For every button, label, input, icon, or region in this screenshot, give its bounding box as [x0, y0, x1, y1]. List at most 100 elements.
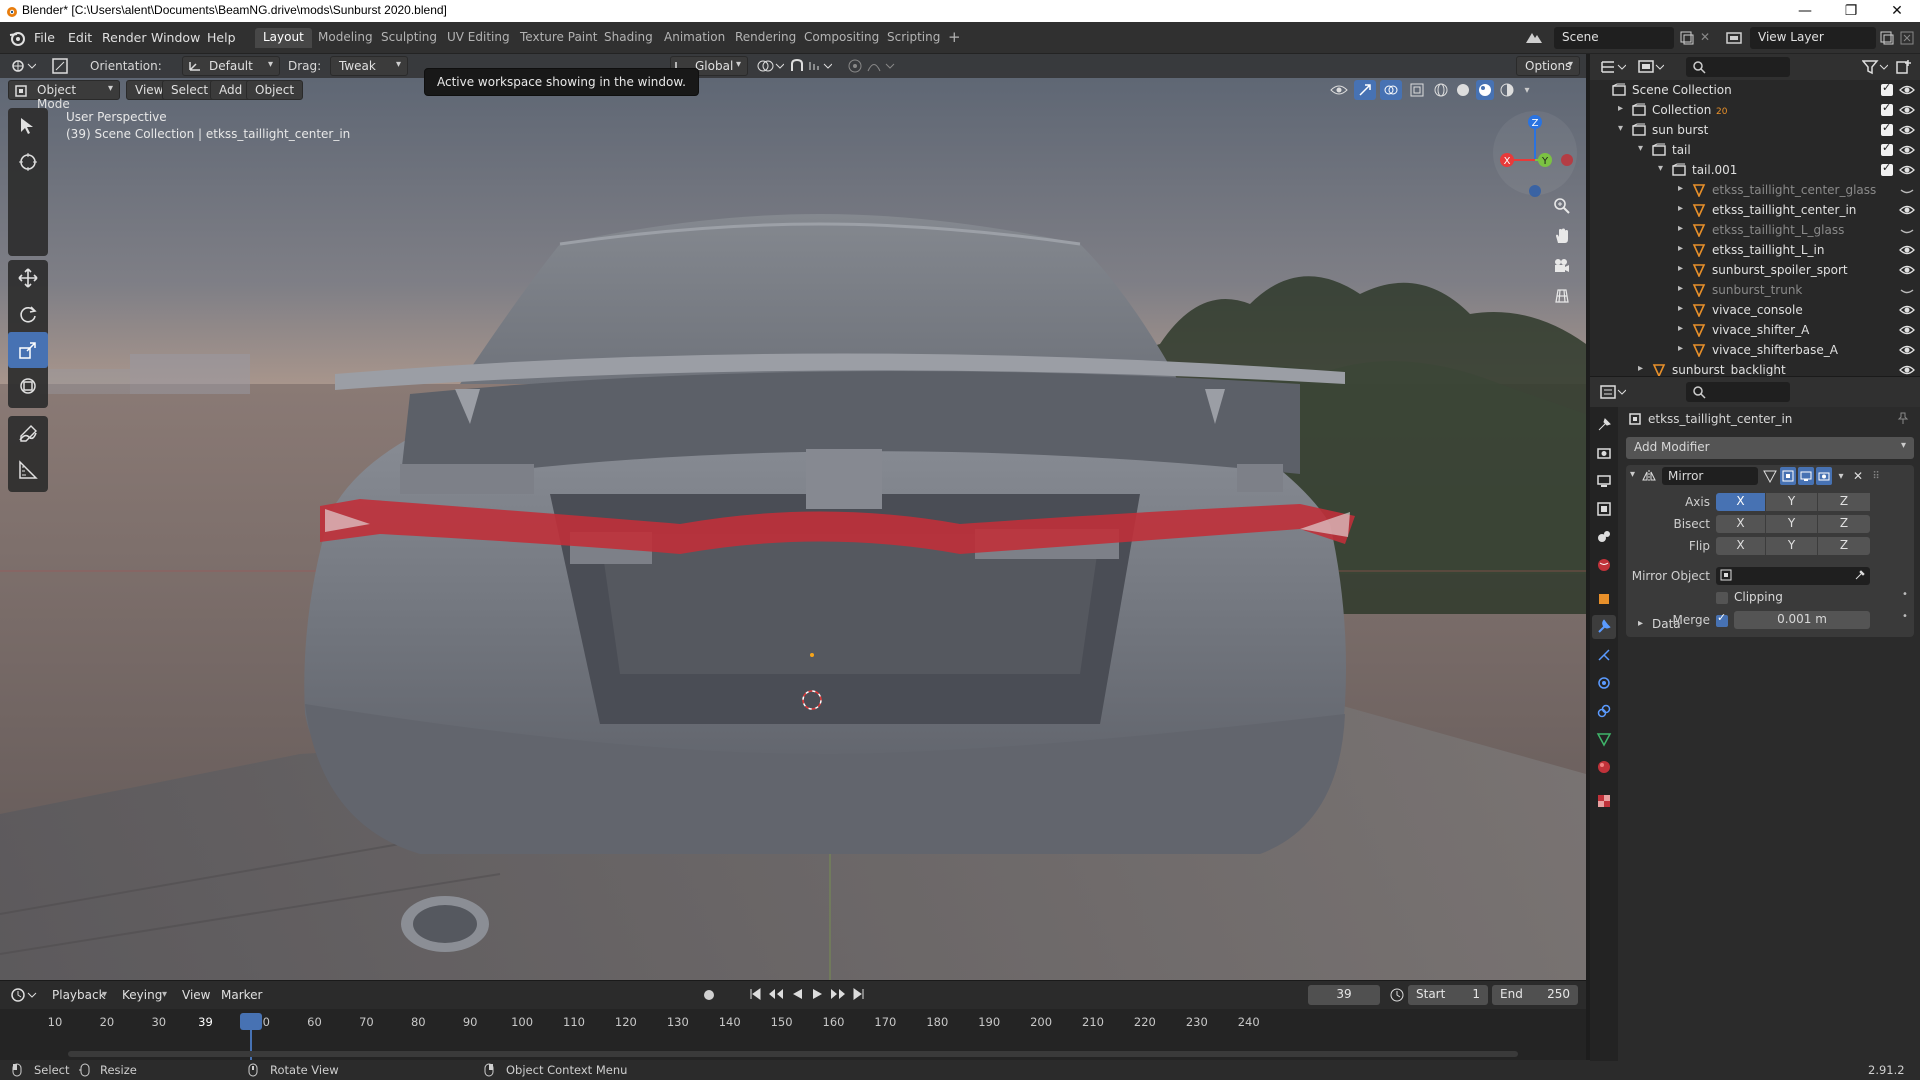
outliner-item[interactable]: ▾ tail [1590, 140, 1920, 160]
pan-view-icon[interactable] [1548, 222, 1576, 250]
expand-toggle-icon[interactable]: ▸ [1678, 303, 1683, 314]
particles-tab-icon[interactable] [1592, 643, 1616, 667]
visible-eye-icon[interactable] [1899, 142, 1915, 158]
view-layer-tab-icon[interactable] [1592, 497, 1616, 521]
visible-eye-icon[interactable] [1899, 102, 1915, 118]
add-modifier-dropdown[interactable]: Add Modifier ▾ [1626, 437, 1914, 459]
pin-icon[interactable] [1896, 411, 1910, 425]
visibility-icon[interactable] [1328, 80, 1350, 100]
edit-mode-cage-icon[interactable] [1762, 467, 1778, 485]
visible-eye-icon[interactable] [1899, 262, 1915, 278]
menu-edit[interactable]: Edit [68, 30, 92, 45]
tool-tab-icon[interactable] [1592, 413, 1616, 437]
solid-shading-icon[interactable] [1454, 80, 1472, 100]
outliner-item[interactable]: ▸ vivace_shifter_A [1590, 320, 1920, 340]
rotate-tool-icon[interactable] [8, 296, 48, 332]
hidden-eye-icon[interactable] [1899, 222, 1915, 238]
move-tool-icon[interactable] [8, 260, 48, 296]
expand-toggle-icon[interactable]: ▸ [1678, 283, 1683, 294]
playhead-marker[interactable] [240, 1013, 262, 1030]
outliner-item[interactable]: ▸ vivace_shifterbase_A [1590, 340, 1920, 360]
outliner-item[interactable]: ▾ sun burst [1590, 120, 1920, 140]
drag-handle-icon[interactable]: ⠿ [1868, 467, 1884, 485]
outliner-item[interactable]: ▸ vivace_console [1590, 300, 1920, 320]
render-tab-icon[interactable] [1592, 441, 1616, 465]
wireframe-shading-icon[interactable] [1432, 80, 1450, 100]
tab-animation[interactable]: Animation [656, 28, 733, 48]
outliner-item[interactable]: ▸ etkss_taillight_L_glass [1590, 220, 1920, 240]
expand-toggle-icon[interactable]: ▸ [1678, 343, 1683, 354]
exclude-checkbox[interactable] [1881, 81, 1893, 96]
gizmo-toggle-icon[interactable] [1354, 80, 1376, 100]
3d-viewport[interactable]: Orientation: Default Drag: Tweak Global … [0, 54, 1586, 980]
rendered-shading-icon[interactable] [1498, 80, 1516, 100]
constraints-tab-icon[interactable] [1592, 699, 1616, 723]
close-window-button[interactable]: ✕ [1874, 0, 1920, 22]
outliner-item[interactable]: ▾ tail.001 [1590, 160, 1920, 180]
camera-view-icon[interactable] [1548, 252, 1576, 280]
proportional-edit-icon[interactable] [848, 58, 896, 74]
visible-eye-icon[interactable] [1899, 202, 1915, 218]
clipping-checkbox[interactable] [1716, 592, 1728, 604]
texture-tab-icon[interactable] [1592, 789, 1616, 813]
axis-x-toggle[interactable]: X [1716, 493, 1766, 511]
overlays-toggle-icon[interactable] [1380, 80, 1402, 100]
axis-z-toggle[interactable]: Z [1818, 493, 1870, 511]
options-dropdown[interactable]: Options [1516, 56, 1580, 76]
visible-eye-icon[interactable] [1899, 302, 1915, 318]
expand-toggle-icon[interactable]: ▸ [1678, 203, 1683, 214]
object-mode-toggle-icon[interactable] [52, 58, 68, 74]
visible-eye-icon[interactable] [1899, 242, 1915, 258]
outliner-editor-type-icon[interactable] [1600, 59, 1626, 75]
eyedropper-icon[interactable] [1854, 569, 1866, 581]
new-collection-icon[interactable] [1896, 59, 1912, 75]
shading-options-chevron-icon[interactable]: ▾ [1520, 80, 1534, 100]
timeline-scrollbar[interactable] [68, 1051, 1518, 1057]
modifier-name-field[interactable]: Mirror [1662, 467, 1758, 485]
outliner-item[interactable]: ▸ etkss_taillight_center_glass [1590, 180, 1920, 200]
visible-eye-icon[interactable] [1899, 322, 1915, 338]
display-mode-icon[interactable] [1638, 59, 1664, 75]
tab-rendering[interactable]: Rendering [727, 28, 804, 48]
outliner-item[interactable]: Scene Collection [1590, 80, 1920, 100]
object-tab-icon[interactable] [1592, 587, 1616, 611]
visible-eye-icon[interactable] [1899, 122, 1915, 138]
modifier-collapse-icon[interactable]: ▾ [1630, 469, 1635, 480]
tab-layout[interactable]: Layout [255, 28, 312, 48]
blender-menu-icon[interactable] [8, 29, 26, 47]
axis-y-toggle[interactable]: Y [1766, 493, 1818, 511]
world-tab-icon[interactable] [1592, 553, 1616, 577]
modifier-menu-chevron-icon[interactable]: ▾ [1834, 467, 1848, 485]
expand-toggle-icon[interactable]: ▾ [1638, 143, 1643, 154]
bisect-y-toggle[interactable]: Y [1766, 515, 1818, 533]
clipping-anim-dot-icon[interactable]: • [1902, 589, 1908, 600]
tab-modeling[interactable]: Modeling [310, 28, 381, 48]
outliner-item[interactable]: ▸ etkss_taillight_L_in [1590, 240, 1920, 260]
editor-type-icon[interactable] [10, 58, 36, 74]
data-subpanel-header[interactable]: ▸ Data [1626, 613, 1914, 637]
remove-view-layer-icon[interactable] [1900, 31, 1914, 45]
material-tab-icon[interactable] [1592, 755, 1616, 779]
tab-shading[interactable]: Shading [596, 28, 661, 48]
material-preview-icon[interactable] [1476, 80, 1494, 100]
new-scene-icon[interactable] [1680, 31, 1694, 45]
mirror-object-field[interactable] [1716, 567, 1870, 585]
exclude-checkbox[interactable] [1881, 101, 1893, 116]
scene-icon[interactable] [1524, 31, 1544, 45]
measure-tool-icon[interactable] [8, 452, 48, 488]
output-tab-icon[interactable] [1592, 469, 1616, 493]
bisect-z-toggle[interactable]: Z [1818, 515, 1870, 533]
expand-toggle-icon[interactable]: ▸ [1678, 263, 1683, 274]
expand-toggle-icon[interactable]: ▾ [1658, 163, 1663, 174]
exclude-checkbox[interactable] [1881, 141, 1893, 156]
maximize-button[interactable]: ❐ [1828, 0, 1874, 22]
new-view-layer-icon[interactable] [1880, 31, 1894, 45]
visible-eye-icon[interactable] [1899, 342, 1915, 358]
menu-object[interactable]: Object [246, 80, 304, 100]
scene-tab-icon[interactable] [1592, 525, 1616, 549]
expand-toggle-icon[interactable]: ▸ [1678, 183, 1683, 194]
perspective-ortho-toggle-icon[interactable] [1548, 282, 1576, 310]
viewport-display-toggle-icon[interactable] [1798, 467, 1814, 485]
visible-eye-icon[interactable] [1899, 162, 1915, 178]
outliner-item[interactable]: ▸ sunburst_trunk [1590, 280, 1920, 300]
